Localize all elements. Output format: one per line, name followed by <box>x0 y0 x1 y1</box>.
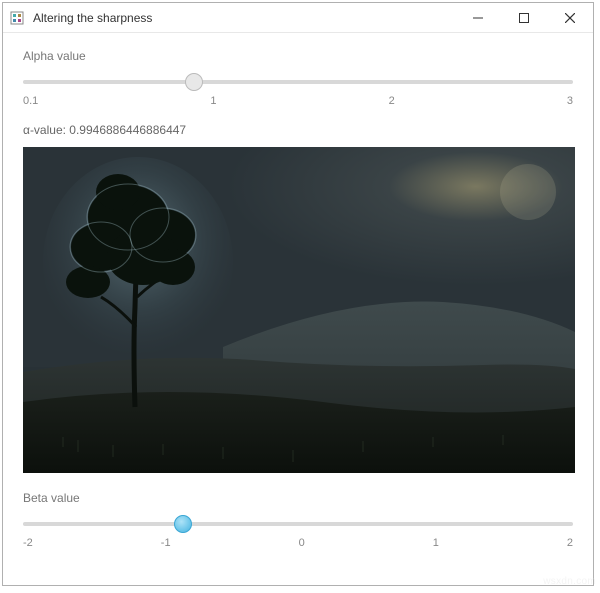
beta-tick-3: 1 <box>433 537 439 549</box>
close-button[interactable] <box>547 3 593 32</box>
beta-slider-track <box>23 522 573 526</box>
alpha-readout: α-value: 0.9946886446886447 <box>23 123 573 137</box>
alpha-slider[interactable] <box>23 73 573 91</box>
preview-image <box>23 147 575 473</box>
app-icon <box>9 10 25 26</box>
window-title: Altering the sharpness <box>33 11 455 25</box>
beta-label: Beta value <box>23 491 573 505</box>
titlebar: Altering the sharpness <box>3 3 593 33</box>
beta-ticks: -2 -1 0 1 2 <box>23 537 573 549</box>
beta-tick-max: 2 <box>567 537 573 549</box>
window-controls <box>455 3 593 32</box>
beta-tick-2: 0 <box>299 537 305 549</box>
alpha-ticks: 0.1 1 2 3 <box>23 95 573 107</box>
alpha-slider-thumb[interactable] <box>185 73 203 91</box>
minimize-button[interactable] <box>455 3 501 32</box>
content-area: Alpha value 0.1 1 2 3 α-value: 0.9946886… <box>3 33 593 585</box>
beta-slider-thumb[interactable] <box>174 515 192 533</box>
alpha-tick-1: 1 <box>210 95 216 107</box>
alpha-label: Alpha value <box>23 49 573 63</box>
beta-tick-1: -1 <box>161 537 171 549</box>
app-window: Altering the sharpness Alpha value 0.1 <box>2 2 594 586</box>
landscape-image <box>23 147 575 473</box>
beta-tick-min: -2 <box>23 537 33 549</box>
alpha-readout-value: 0.9946886446886447 <box>69 123 186 137</box>
alpha-readout-prefix: α-value: <box>23 123 69 137</box>
maximize-button[interactable] <box>501 3 547 32</box>
alpha-tick-2: 2 <box>389 95 395 107</box>
alpha-tick-max: 3 <box>567 95 573 107</box>
beta-slider[interactable] <box>23 515 573 533</box>
alpha-tick-min: 0.1 <box>23 95 38 107</box>
alpha-slider-track <box>23 80 573 84</box>
watermark: wsxdn.com <box>543 576 596 587</box>
